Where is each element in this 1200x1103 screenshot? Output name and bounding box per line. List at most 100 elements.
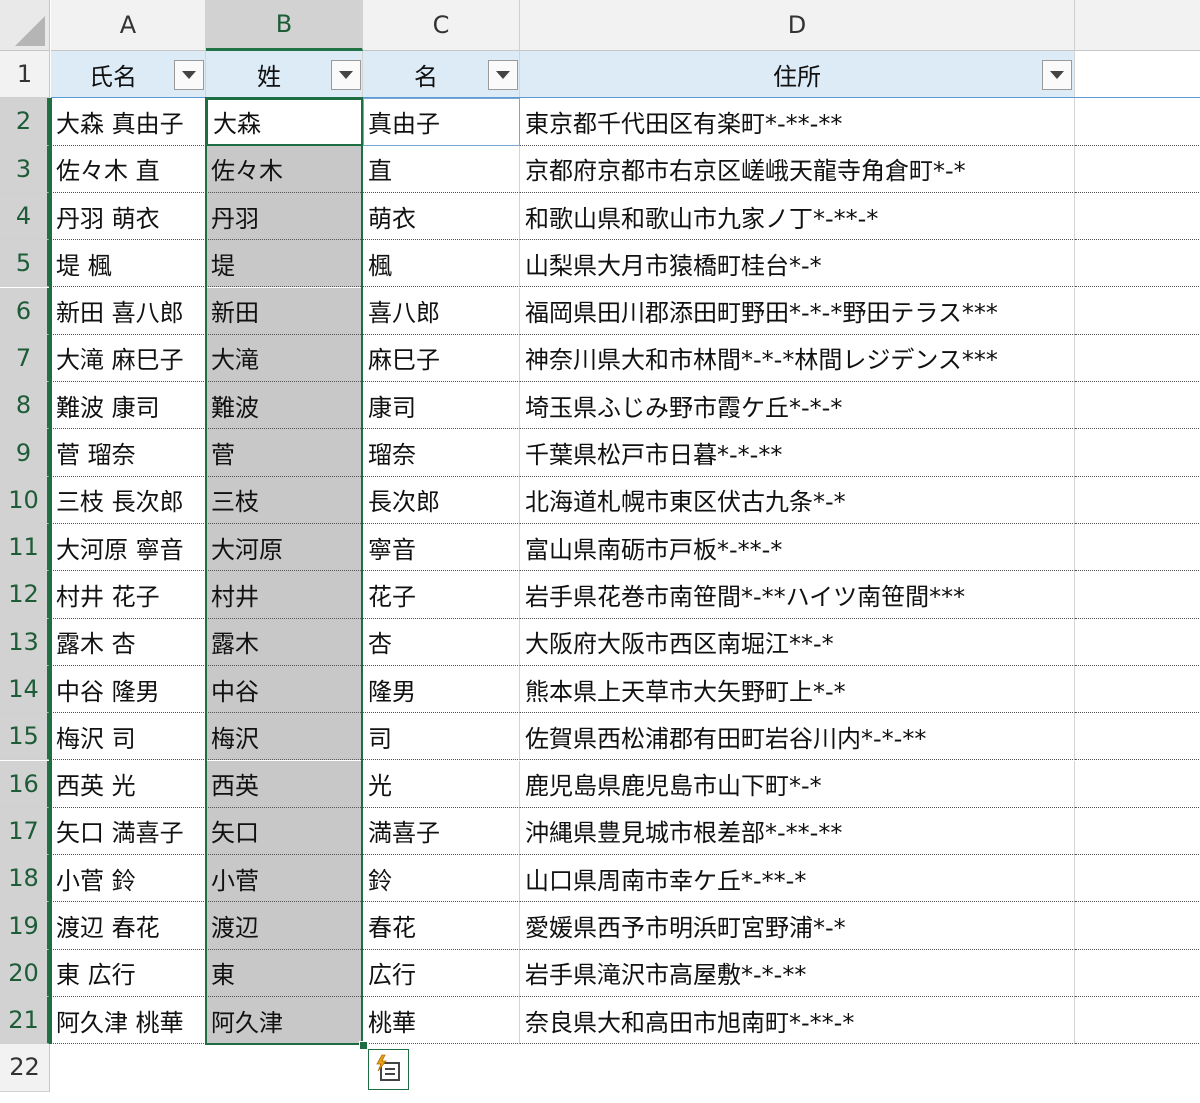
table-cell[interactable]: 山梨県大月市猿橋町桂台*-* (520, 240, 1075, 288)
table-cell[interactable]: 村井 花子 (51, 571, 206, 619)
column-header-e[interactable] (1075, 0, 1200, 51)
table-cell[interactable]: 千葉県松戸市日暮*-*-** (520, 429, 1075, 477)
table-cell[interactable]: 熊本県上天草市大矢野町上*-* (520, 665, 1075, 714)
table-cell[interactable]: 大阪府大阪市西区南堀江**-* (520, 618, 1075, 666)
row-header-21[interactable]: 21 (0, 997, 50, 1045)
table-cell[interactable]: 楓 (363, 240, 520, 288)
filter-dropdown-button[interactable] (1042, 60, 1072, 90)
table-cell[interactable]: 梅沢 司 (51, 713, 206, 761)
table-cell[interactable]: 康司 (363, 382, 520, 430)
table-cell[interactable]: 花子 (363, 571, 520, 619)
fill-handle[interactable] (359, 1041, 368, 1051)
selected-cell[interactable]: 東 (206, 949, 363, 997)
table-cell[interactable]: 東京都千代田区有楽町*-**-** (520, 98, 1075, 146)
row-header-19[interactable]: 19 (0, 902, 50, 950)
empty-cell[interactable] (1075, 288, 1200, 335)
filter-dropdown-button[interactable] (174, 60, 204, 90)
table-cell[interactable]: 光 (363, 760, 520, 808)
table-cell[interactable]: 大森 真由子 (51, 98, 206, 146)
table-cell[interactable]: 露木 杏 (51, 618, 206, 666)
table-cell[interactable]: 中谷 隆男 (51, 665, 206, 714)
table-cell[interactable]: 渡辺 春花 (51, 902, 206, 950)
selected-cell[interactable]: 丹羽 (206, 192, 363, 241)
table-cell[interactable]: 萌衣 (363, 192, 520, 241)
filter-dropdown-button[interactable] (488, 60, 518, 90)
selected-cell[interactable]: 村井 (206, 571, 363, 619)
table-cell[interactable]: 杏 (363, 618, 520, 666)
table-cell[interactable]: 瑠奈 (363, 429, 520, 477)
row-header-16[interactable]: 16 (0, 760, 50, 808)
table-cell[interactable]: 新田 喜八郎 (51, 287, 206, 335)
selected-cell[interactable]: 西英 (206, 760, 363, 808)
empty-cell[interactable] (1075, 524, 1200, 572)
row-header-1[interactable]: 1 (0, 51, 50, 99)
column-header-d[interactable]: D (520, 0, 1075, 51)
empty-cell[interactable] (1075, 146, 1200, 193)
table-cell[interactable]: 喜八郎 (363, 287, 520, 335)
table-cell[interactable]: 菅 瑠奈 (51, 429, 206, 477)
row-header-4[interactable]: 4 (0, 192, 50, 241)
table-cell[interactable]: 山口県周南市幸ケ丘*-**-* (520, 855, 1075, 903)
table-cell[interactable]: 堤 楓 (51, 240, 206, 288)
select-all-button[interactable] (0, 0, 50, 51)
row-header-18[interactable]: 18 (0, 855, 50, 903)
table-cell[interactable]: 麻巳子 (363, 334, 520, 383)
table-cell[interactable]: 岩手県花巻市南笹間*-**ハイツ南笹間*** (520, 571, 1075, 619)
selected-cell[interactable]: 阿久津 (206, 997, 363, 1045)
table-cell[interactable]: 奈良県大和高田市旭南町*-**-* (520, 997, 1075, 1045)
table-cell[interactable]: 春花 (363, 902, 520, 950)
column-header-b[interactable]: B (206, 0, 363, 51)
selected-cell[interactable]: 渡辺 (206, 902, 363, 950)
empty-cell[interactable] (1075, 429, 1200, 477)
table-cell[interactable]: 満喜子 (363, 807, 520, 856)
row-header-14[interactable]: 14 (0, 665, 50, 714)
table-cell[interactable]: 長次郎 (363, 476, 520, 524)
row-header-2[interactable]: 2 (0, 98, 50, 146)
selected-cell[interactable]: 梅沢 (206, 713, 363, 761)
selected-cell[interactable]: 堤 (206, 240, 363, 288)
empty-cell[interactable] (1075, 193, 1200, 241)
selected-cell[interactable]: 三枝 (206, 476, 363, 524)
table-cell[interactable]: 阿久津 桃華 (51, 997, 206, 1045)
selected-cell[interactable]: 新田 (206, 287, 363, 335)
column-header-c[interactable]: C (363, 0, 520, 51)
table-cell[interactable]: 愛媛県西予市明浜町宮野浦*-* (520, 902, 1075, 950)
empty-cell[interactable] (1075, 335, 1200, 383)
row-header-22[interactable]: 22 (0, 1044, 50, 1092)
selected-cell[interactable]: 菅 (206, 429, 363, 477)
table-cell[interactable]: 広行 (363, 949, 520, 997)
empty-cell[interactable] (1075, 997, 1200, 1045)
empty-cell[interactable] (1075, 713, 1200, 761)
table-cell[interactable]: 矢口 満喜子 (51, 807, 206, 856)
empty-cell[interactable] (1075, 619, 1200, 666)
row-header-11[interactable]: 11 (0, 524, 50, 572)
active-cell[interactable]: 大森 (206, 98, 363, 146)
selected-cell[interactable]: 矢口 (206, 807, 363, 856)
empty-cell[interactable] (1075, 571, 1200, 619)
selected-cell[interactable]: 露木 (206, 618, 363, 666)
table-cell[interactable]: 佐賀県西松浦郡有田町岩谷川内*-*-** (520, 713, 1075, 761)
row-header-12[interactable]: 12 (0, 571, 50, 619)
empty-cell[interactable] (1075, 902, 1200, 950)
selected-cell[interactable]: 大滝 (206, 334, 363, 383)
table-cell[interactable]: 小菅 鈴 (51, 855, 206, 903)
table-cell[interactable]: 鈴 (363, 855, 520, 903)
row-header-3[interactable]: 3 (0, 145, 50, 193)
empty-cell[interactable] (1075, 761, 1200, 808)
table-cell[interactable]: 北海道札幌市東区伏古九条*-* (520, 476, 1075, 524)
empty-cell[interactable] (1075, 855, 1200, 903)
table-cell[interactable]: 和歌山県和歌山市九家ノ丁*-**-* (520, 192, 1075, 241)
table-cell[interactable]: 真由子 (363, 98, 520, 146)
table-cell[interactable]: 富山県南砺市戸板*-**-* (520, 524, 1075, 572)
row-header-10[interactable]: 10 (0, 476, 50, 524)
row-header-15[interactable]: 15 (0, 713, 50, 761)
table-cell[interactable]: 京都府京都市右京区嵯峨天龍寺角倉町*-* (520, 145, 1075, 193)
empty-cell[interactable] (1075, 808, 1200, 856)
table-cell[interactable]: 岩手県滝沢市高屋敷*-*-** (520, 949, 1075, 997)
table-cell[interactable]: 東 広行 (51, 949, 206, 997)
row-header-17[interactable]: 17 (0, 807, 50, 856)
table-header-cell[interactable]: 住所 (520, 51, 1075, 99)
flash-fill-options-button[interactable] (368, 1049, 409, 1090)
table-cell[interactable]: 佐々木 直 (51, 145, 206, 193)
table-cell[interactable]: 桃華 (363, 997, 520, 1045)
